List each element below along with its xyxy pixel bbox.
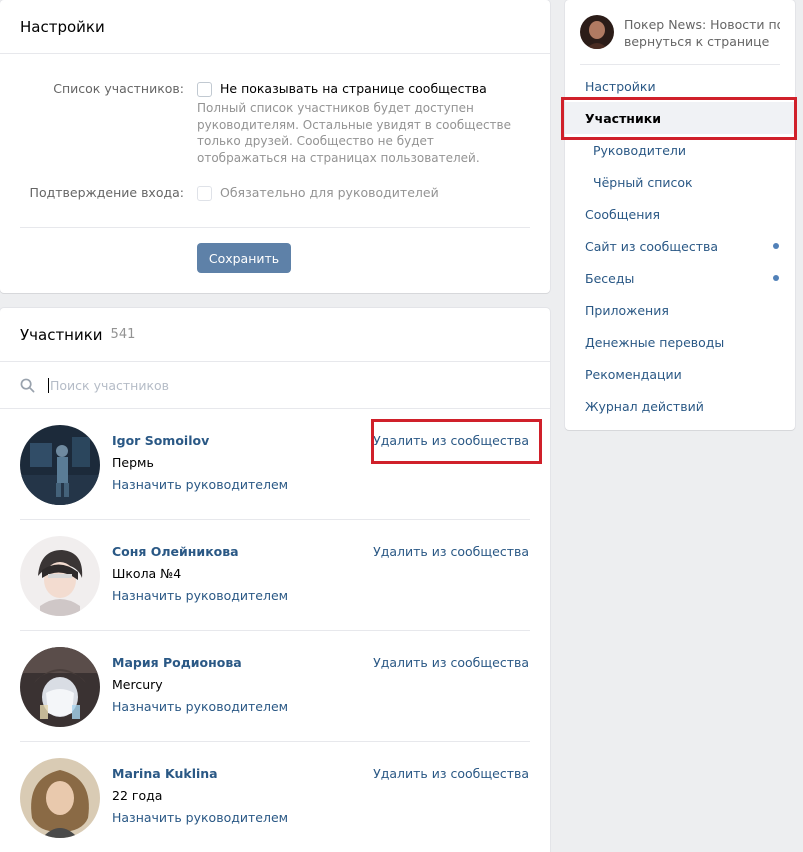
list-item: Мария Родионова Mercury Назначить руково… [0, 631, 550, 742]
hide-members-label[interactable]: Не показывать на странице сообщества [220, 81, 487, 96]
nav-item-managers[interactable]: Руководители [565, 134, 795, 166]
nav-item-blacklist[interactable]: Чёрный список [565, 166, 795, 198]
hide-members-checkbox[interactable] [197, 82, 212, 97]
members-card: Участники 541 Igor Somoilov Пермь Наз [0, 308, 550, 852]
avatar[interactable] [20, 425, 100, 505]
nav-item-site[interactable]: Сайт из сообщества [565, 230, 795, 262]
list-item: Соня Олейникова Школа №4 Назначить руков… [0, 520, 550, 631]
nav-item-chats[interactable]: Беседы [565, 262, 795, 294]
login-confirm-label: Подтверждение входа: [29, 185, 184, 200]
group-title[interactable]: Покер News: Новости по... [624, 17, 780, 32]
save-button[interactable]: Сохранить [197, 243, 291, 273]
settings-title: Настройки [0, 0, 550, 54]
members-search [0, 362, 550, 409]
nav-item-site-label: Сайт из сообщества [585, 238, 719, 254]
settings-divider [20, 227, 530, 228]
avatar[interactable] [20, 758, 100, 838]
list-item: Igor Somoilov Пермь Назначить руководите… [0, 409, 550, 520]
remove-link[interactable]: Удалить из сообщества [373, 766, 529, 781]
member-subtitle: Mercury [112, 677, 163, 692]
member-subtitle: 22 года [112, 788, 163, 803]
group-avatar[interactable] [580, 15, 614, 49]
member-name[interactable]: Соня Олейникова [112, 544, 239, 559]
nav-item-money-transfers[interactable]: Денежные переводы [565, 326, 795, 358]
back-link[interactable]: вернуться к странице [624, 34, 769, 49]
required-for-managers-label[interactable]: Обязательно для руководителей [220, 185, 439, 200]
nav-item-recommendations[interactable]: Рекомендации [565, 358, 795, 390]
remove-link[interactable]: Удалить из сообщества [373, 433, 529, 448]
settings-card: Настройки Список участников: Не показыва… [0, 0, 550, 293]
avatar[interactable] [20, 647, 100, 727]
member-name[interactable]: Igor Somoilov [112, 433, 209, 448]
promote-link[interactable]: Назначить руководителем [112, 699, 288, 714]
promote-link[interactable]: Назначить руководителем [112, 477, 288, 492]
search-icon [20, 378, 35, 393]
search-input[interactable] [50, 374, 530, 396]
member-subtitle: Пермь [112, 455, 154, 470]
new-indicator-dot [773, 243, 779, 249]
members-title: Участники [20, 325, 103, 344]
text-caret [48, 378, 49, 393]
members-count: 541 [110, 327, 136, 342]
group-link[interactable]: Покер News: Новости по... вернуться к ст… [580, 15, 780, 65]
members-list-label: Список участников: [53, 81, 184, 96]
member-name[interactable]: Marina Kuklina [112, 766, 218, 781]
nav-item-settings[interactable]: Настройки [565, 70, 795, 102]
community-nav: Покер News: Новости по... вернуться к ст… [565, 0, 795, 430]
new-indicator-dot [773, 275, 779, 281]
remove-link[interactable]: Удалить из сообщества [373, 544, 529, 559]
remove-link[interactable]: Удалить из сообщества [373, 655, 529, 670]
nav-item-apps[interactable]: Приложения [565, 294, 795, 326]
nav-item-members[interactable]: Участники [565, 102, 795, 134]
required-for-managers-checkbox[interactable] [197, 186, 212, 201]
member-subtitle: Школа №4 [112, 566, 182, 581]
promote-link[interactable]: Назначить руководителем [112, 810, 288, 825]
member-name[interactable]: Мария Родионова [112, 655, 242, 670]
avatar[interactable] [20, 536, 100, 616]
promote-link[interactable]: Назначить руководителем [112, 588, 288, 603]
hide-members-hint: Полный список участников будет доступен … [197, 101, 511, 165]
list-item: Marina Kuklina 22 года Назначить руковод… [0, 742, 550, 852]
members-header: Участники 541 [0, 308, 550, 362]
nav-item-chats-label: Беседы [585, 270, 635, 286]
nav-item-activity-log[interactable]: Журнал действий [565, 390, 795, 422]
nav-item-messages[interactable]: Сообщения [565, 198, 795, 230]
